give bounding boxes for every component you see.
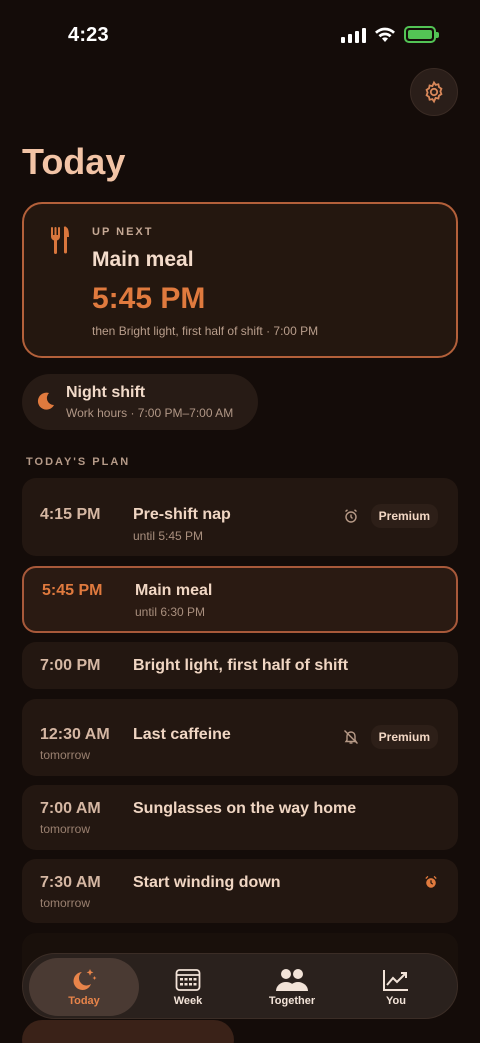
plan-time-sub: tomorrow [40,822,91,836]
up-next-subtitle: then Bright light, first half of shift ·… [92,324,319,338]
tab-label: Week [173,994,203,1007]
floating-pill-partial [22,1020,234,1043]
battery-icon [404,26,439,43]
plan-trailing: Premium [343,725,438,749]
plan-title: Start winding down [133,874,281,891]
chart-icon [383,969,408,991]
calendar-icon [175,968,201,991]
plan-row[interactable]: 12:30 AM tomorrow Last caffeine Premium [22,699,458,776]
moon-icon [37,392,54,410]
tab-today[interactable]: Today [29,958,139,1016]
section-label-plan: TODAY'S PLAN [26,456,131,468]
shift-pill[interactable]: Night shift Work hours · 7:00 PM–7:00 AM [22,374,258,430]
premium-badge[interactable]: Premium [370,504,438,528]
page-title: Today [22,141,126,182]
status-time: 4:23 [68,24,109,46]
plan-title: Sunglasses on the way home [133,800,357,817]
shift-hours: Work hours · 7:00 PM–7:00 AM [66,406,234,420]
plan-time: 12:30 AM [40,726,110,743]
plan-subtitle: until 5:45 PM [133,529,204,543]
wifi-icon [375,27,395,42]
settings-button[interactable] [410,68,458,116]
tab-week[interactable]: Week [133,958,243,1016]
up-next-time: 5:45 PM [92,282,206,315]
plan-title: Last caffeine [133,726,231,743]
tab-bar: Today Week Together You [22,953,458,1019]
plan-row[interactable]: 7:30 AM tomorrow Start winding down [22,859,458,923]
up-next-title: Main meal [92,248,194,271]
plan-row[interactable]: 4:15 PM Pre-shift nap until 5:45 PM Prem… [22,478,458,556]
plan-time: 7:00 PM [40,657,101,674]
plan-row-current[interactable]: 5:45 PM Main meal until 6:30 PM [22,566,458,633]
moon-stars-icon [73,968,97,990]
shift-title: Night shift [66,384,146,401]
plan-trailing [424,875,438,889]
plan-title: Main meal [135,582,213,599]
gear-icon [425,80,443,104]
plan-title: Bright light, first half of shift [133,657,349,674]
plan-trailing: Premium [343,504,438,528]
plan-title: Pre-shift nap [133,506,231,523]
status-icons [341,26,439,43]
tab-label: You [386,994,406,1007]
up-next-kicker: UP NEXT [92,226,154,238]
bell-off-icon[interactable] [343,729,359,745]
tab-label: Today [68,994,100,1007]
cellular-signal-icon [341,27,366,43]
plan-row[interactable]: 7:00 AM tomorrow Sunglasses on the way h… [22,785,458,850]
plan-time-sub: tomorrow [40,748,91,762]
tab-you[interactable]: You [341,958,451,1016]
tab-label: Together [268,994,316,1007]
alarm-icon[interactable] [343,508,359,524]
plan-time: 4:15 PM [40,506,101,523]
tab-together[interactable]: Together [237,958,347,1016]
plan-time-sub: tomorrow [40,896,91,910]
plan-subtitle: until 6:30 PM [135,605,206,619]
people-icon [276,968,308,991]
up-next-card[interactable]: UP NEXT Main meal 5:45 PM then Bright li… [22,202,458,358]
alarm-filled-icon[interactable] [424,875,438,889]
plan-time: 5:45 PM [42,582,103,599]
status-bar: 4:23 [0,0,480,70]
premium-badge[interactable]: Premium [370,725,438,749]
fork-knife-icon [51,226,69,254]
plan-row[interactable]: 7:00 PM Bright light, first half of shif… [22,642,458,689]
plan-time: 7:30 AM [40,874,101,891]
plan-time: 7:00 AM [40,800,101,817]
